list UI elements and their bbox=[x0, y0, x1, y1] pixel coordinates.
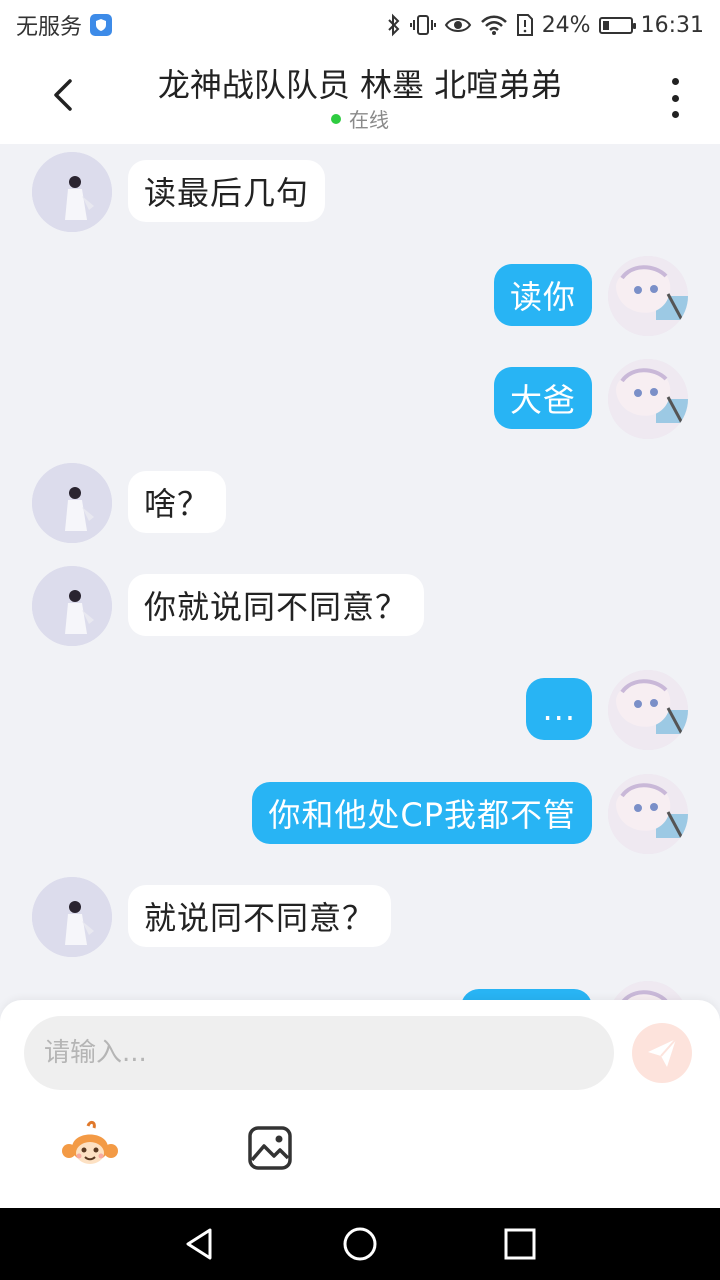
message-bubble[interactable]: 读最后几句 bbox=[128, 160, 326, 222]
more-vertical-icon bbox=[671, 78, 679, 85]
chat-title: 龙神战队队员 林墨 北喧弟弟 bbox=[157, 66, 563, 104]
bluetooth-icon bbox=[387, 13, 400, 37]
image-icon bbox=[248, 1126, 292, 1170]
chat-message-list[interactable]: 读最后几句 读你 大爸 啥？ 你就说同不同意？ ... 你和他处CP我都不管 就… bbox=[0, 144, 720, 1008]
message-outgoing: 你和他处CP我都不管 bbox=[0, 774, 720, 856]
user-avatar[interactable] bbox=[608, 359, 688, 439]
status-right: 24% 16:31 bbox=[386, 13, 704, 38]
carrier-text: 无服务 bbox=[16, 15, 83, 40]
clock: 16:31 bbox=[640, 12, 704, 38]
online-dot-icon bbox=[331, 113, 341, 124]
message-bubble[interactable]: 大爸 bbox=[493, 367, 592, 429]
contact-avatar[interactable] bbox=[32, 463, 112, 543]
battery-level-fill bbox=[602, 20, 609, 30]
chat-header: 龙神战队队员 林墨 北喧弟弟 在线 bbox=[0, 50, 720, 144]
message-incoming: 读最后几句 bbox=[0, 152, 720, 234]
paper-plane-icon bbox=[648, 1038, 677, 1067]
battery-percent: 24% bbox=[541, 12, 591, 38]
send-button[interactable] bbox=[632, 1023, 692, 1083]
image-picker-button[interactable] bbox=[244, 1122, 296, 1174]
online-status: 在线 bbox=[0, 104, 720, 133]
message-bubble[interactable]: 读你 bbox=[493, 264, 592, 326]
more-options-button[interactable] bbox=[660, 78, 690, 118]
user-avatar[interactable] bbox=[608, 774, 688, 854]
eye-icon bbox=[444, 18, 471, 32]
message-input[interactable] bbox=[24, 1016, 614, 1090]
circle-home-icon[interactable] bbox=[342, 1226, 378, 1262]
system-navigation-bar bbox=[0, 1208, 720, 1280]
online-status-text: 在线 bbox=[349, 108, 389, 132]
status-bar: 无服务 24% 16:31 bbox=[0, 0, 720, 50]
wifi-icon bbox=[480, 15, 507, 35]
more-dot bbox=[671, 111, 679, 118]
battery-icon bbox=[598, 16, 636, 34]
message-bubble[interactable]: 啥？ bbox=[128, 471, 227, 533]
sim-alert-icon bbox=[516, 14, 533, 36]
message-incoming: 你就说同不同意？ bbox=[0, 566, 720, 648]
contact-avatar[interactable] bbox=[32, 566, 112, 646]
user-avatar[interactable] bbox=[608, 256, 688, 336]
message-outgoing: 大爸 bbox=[0, 359, 720, 441]
message-composer bbox=[0, 1000, 720, 1208]
more-dot bbox=[671, 94, 679, 102]
message-outgoing: ... bbox=[0, 670, 720, 752]
contact-avatar[interactable] bbox=[32, 877, 112, 957]
message-outgoing: 读你 bbox=[0, 256, 720, 338]
message-incoming: 就说同不同意？ bbox=[0, 877, 720, 959]
message-bubble[interactable]: 你就说同不同意？ bbox=[128, 574, 425, 636]
triangle-back-icon[interactable] bbox=[182, 1226, 218, 1262]
status-left: 无服务 bbox=[16, 9, 113, 41]
message-bubble[interactable]: 你和他处CP我都不管 bbox=[252, 782, 592, 844]
vibrate-icon bbox=[409, 15, 436, 35]
monkey-sticker-icon bbox=[62, 1120, 118, 1164]
square-recent-icon[interactable] bbox=[502, 1226, 538, 1262]
message-bubble[interactable]: ... bbox=[526, 678, 592, 740]
sticker-button[interactable] bbox=[60, 1118, 120, 1178]
shield-icon bbox=[90, 14, 113, 36]
user-avatar[interactable] bbox=[608, 670, 688, 750]
message-bubble[interactable]: 就说同不同意？ bbox=[128, 885, 392, 947]
contact-avatar[interactable] bbox=[32, 152, 112, 232]
message-incoming: 啥？ bbox=[0, 463, 720, 545]
